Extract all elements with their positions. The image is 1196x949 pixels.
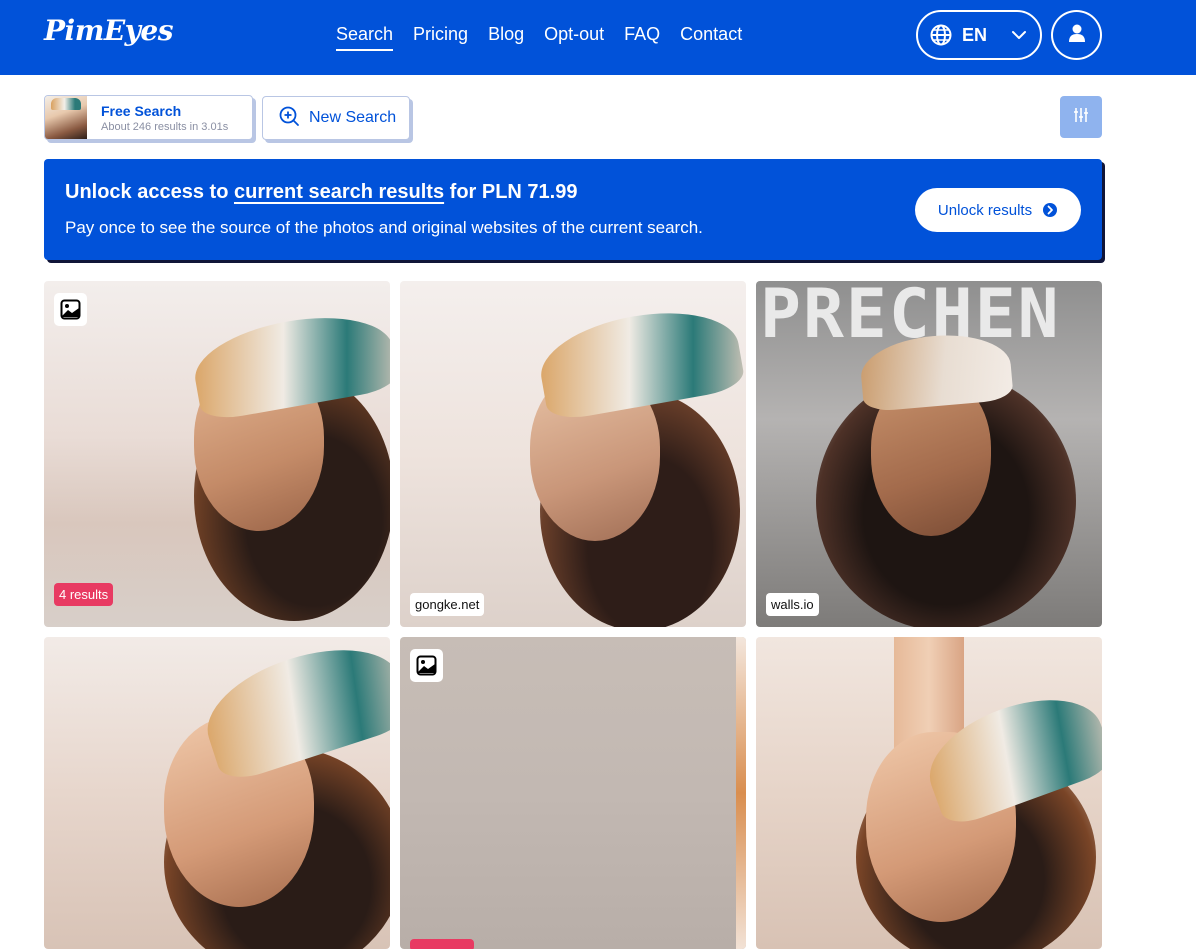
source-domain-badge: gongke.net bbox=[410, 593, 485, 616]
current-results-link[interactable]: current search results bbox=[234, 181, 444, 203]
result-card[interactable] bbox=[756, 637, 1102, 949]
nav-pricing[interactable]: Pricing bbox=[413, 24, 468, 51]
pimeyes-logo[interactable]: PimEyes bbox=[44, 14, 174, 47]
main-nav: Search Pricing Blog Opt-out FAQ Contact bbox=[336, 24, 742, 51]
nav-search[interactable]: Search bbox=[336, 24, 394, 51]
nav-contact[interactable]: Contact bbox=[680, 24, 742, 51]
banner-description: Pay once to see the source of the photos… bbox=[65, 218, 703, 237]
source-domain-badge: walls.io bbox=[766, 593, 819, 616]
result-card[interactable] bbox=[44, 637, 390, 949]
globe-icon bbox=[930, 24, 952, 46]
results-count: About 246 results in 3.01s bbox=[101, 120, 229, 133]
search-plus-icon bbox=[278, 105, 300, 132]
result-photo: PRECHEN bbox=[756, 281, 1102, 627]
nav-opt-out[interactable]: Opt-out bbox=[544, 24, 604, 51]
result-card[interactable]: gongke.net bbox=[400, 281, 746, 627]
nav-blog[interactable]: Blog bbox=[488, 24, 524, 51]
unlock-results-button[interactable]: Unlock results bbox=[915, 188, 1081, 232]
nav-faq[interactable]: FAQ bbox=[624, 24, 660, 51]
result-card[interactable] bbox=[400, 637, 746, 949]
account-button[interactable] bbox=[1051, 10, 1102, 60]
top-navigation-bar: PimEyes Search Pricing Blog Opt-out FAQ … bbox=[0, 0, 1196, 75]
sliders-icon bbox=[1073, 107, 1089, 128]
unlock-banner: Unlock access to current search results … bbox=[44, 159, 1102, 260]
banner-headline: Unlock access to current search results … bbox=[65, 181, 577, 204]
result-card[interactable]: 4 results bbox=[44, 281, 390, 627]
banner-headline-prefix: Unlock access to bbox=[65, 181, 229, 203]
arrow-right-circle-icon bbox=[1042, 202, 1058, 218]
user-icon bbox=[1068, 23, 1086, 48]
banner-headline-price: for PLN 71.99 bbox=[449, 181, 578, 203]
result-photo bbox=[400, 637, 746, 949]
chevron-down-icon bbox=[1010, 26, 1028, 44]
language-selector[interactable]: EN bbox=[916, 10, 1042, 60]
result-count-badge: 4 results bbox=[54, 583, 114, 606]
result-card[interactable]: PRECHEN walls.io bbox=[756, 281, 1102, 627]
filter-button[interactable] bbox=[1060, 96, 1102, 138]
image-search-icon[interactable] bbox=[410, 649, 443, 682]
new-search-label: New Search bbox=[309, 109, 397, 126]
query-thumbnail bbox=[45, 96, 87, 139]
free-search-summary[interactable]: Free Search About 246 results in 3.01s bbox=[44, 95, 253, 140]
image-search-icon[interactable] bbox=[54, 293, 87, 326]
result-photo bbox=[756, 637, 1102, 949]
new-search-button[interactable]: New Search bbox=[262, 96, 410, 140]
result-photo bbox=[44, 281, 390, 627]
result-photo bbox=[400, 281, 746, 627]
unlock-results-label: Unlock results bbox=[937, 201, 1033, 219]
free-search-title: Free Search bbox=[101, 102, 182, 119]
result-photo bbox=[44, 637, 390, 949]
language-label: EN bbox=[962, 24, 988, 45]
result-count-badge bbox=[410, 939, 474, 949]
